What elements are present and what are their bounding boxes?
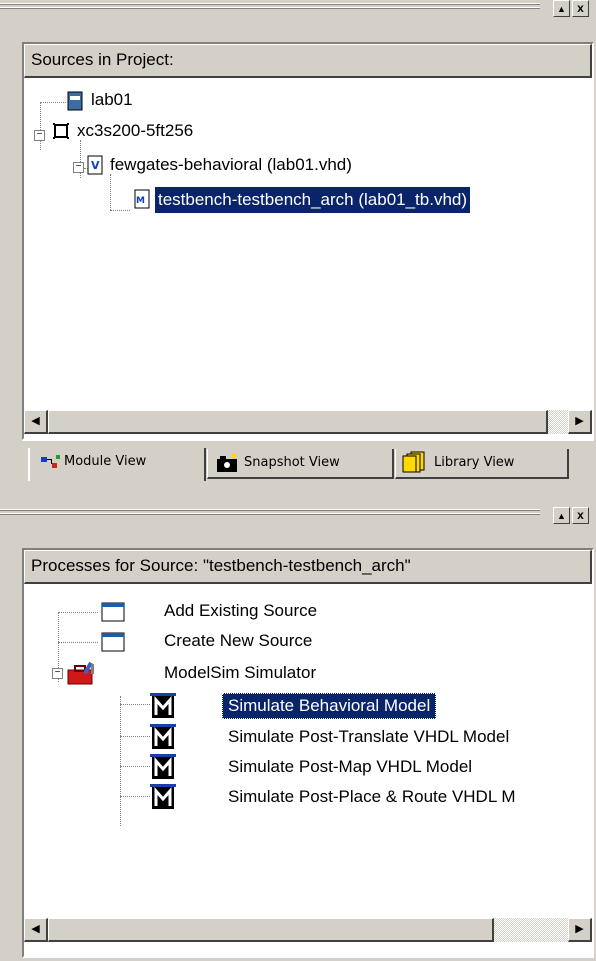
source-label: fewgates-behavioral (lab01.vhd) (110, 155, 352, 174)
process-label: ModelSim Simulator (164, 663, 317, 682)
minus-icon: − (75, 161, 82, 172)
simulation-icon (150, 693, 176, 718)
project-icon (67, 91, 83, 111)
source-label: xc3s200-5ft256 (77, 121, 194, 140)
process-simulate-post-map[interactable]: Simulate Post-Map VHDL Model (225, 756, 475, 778)
process-label: Simulate Post-Place & Route VHDL M (228, 787, 516, 806)
scroll-right-button[interactable]: ▶ (568, 410, 592, 434)
sources-header: Sources in Project: (24, 44, 592, 78)
processes-restore-button[interactable]: ▲ (553, 507, 570, 524)
process-label: Add Existing Source (164, 601, 318, 620)
tab-label: Snapshot View (244, 455, 340, 470)
svg-text:M: M (136, 196, 145, 206)
process-add-existing-source[interactable]: Add Existing Source (161, 600, 320, 622)
right-arrow-icon: ▶ (575, 923, 584, 935)
camera-icon (217, 454, 237, 472)
source-label: testbench-testbench_arch (lab01_tb.vhd) (155, 190, 471, 209)
tab-label: Module View (64, 454, 147, 469)
sources-close-button[interactable]: x (572, 0, 589, 17)
processes-close-button[interactable]: x (572, 507, 589, 524)
source-label: lab01 (91, 90, 133, 109)
window-icon (101, 602, 125, 622)
process-label: Create New Source (164, 631, 313, 650)
chip-icon (53, 123, 69, 139)
processes-header: Processes for Source: "testbench-testben… (24, 550, 592, 584)
tab-library-view[interactable]: Library View (395, 449, 569, 479)
sources-restore-button[interactable]: ▲ (553, 0, 570, 17)
close-icon: x (577, 508, 584, 522)
process-simulate-post-par[interactable]: Simulate Post-Place & Route VHDL M (225, 786, 570, 808)
vhdl-file-icon: V (87, 155, 103, 175)
right-arrow-icon: ▶ (575, 415, 584, 427)
sources-dock-grip[interactable] (0, 3, 540, 12)
process-simulate-post-translate[interactable]: Simulate Post-Translate VHDL Model (225, 726, 512, 748)
window-icon (101, 632, 125, 652)
testbench-file-icon: M (134, 189, 150, 209)
processes-panel: Processes for Source: "testbench-testben… (22, 548, 594, 958)
tab-module-view[interactable]: Module View (28, 448, 206, 481)
process-label: Simulate Behavioral Model (222, 693, 437, 719)
toolbox-icon (67, 661, 94, 685)
svg-text:V: V (91, 159, 100, 172)
scroll-thumb[interactable] (48, 410, 548, 434)
restore-icon: ▲ (557, 511, 566, 521)
tab-label: Library View (434, 455, 515, 470)
sources-hscroll[interactable]: ◀ ▶ (24, 410, 592, 434)
source-item-fewgates[interactable]: fewgates-behavioral (lab01.vhd) (107, 154, 355, 176)
source-item-testbench[interactable]: testbench-testbench_arch (lab01_tb.vhd) (155, 187, 471, 213)
source-item-lab01[interactable]: lab01 (88, 89, 136, 111)
process-create-new-source[interactable]: Create New Source (161, 630, 315, 652)
scroll-left-button[interactable]: ◀ (24, 410, 48, 434)
tab-snapshot-view[interactable]: Snapshot View (207, 449, 394, 479)
expander-fewgates[interactable]: − (73, 162, 84, 173)
processes-hscroll[interactable]: ◀ ▶ (24, 918, 592, 942)
simulation-icon (150, 754, 176, 779)
source-item-device[interactable]: xc3s200-5ft256 (74, 120, 196, 142)
process-simulate-behavioral[interactable]: Simulate Behavioral Model (222, 693, 437, 719)
left-arrow-icon: ◀ (31, 923, 40, 935)
library-icon (402, 451, 425, 473)
process-label: Simulate Post-Map VHDL Model (228, 757, 473, 776)
simulation-icon (150, 784, 176, 809)
expander-device[interactable]: − (34, 130, 45, 141)
restore-icon: ▲ (557, 4, 566, 14)
left-arrow-icon: ◀ (31, 415, 40, 427)
scroll-thumb[interactable] (48, 918, 494, 942)
scroll-left-button[interactable]: ◀ (24, 918, 48, 942)
process-modelsim-simulator[interactable]: ModelSim Simulator (161, 662, 319, 684)
processes-dock-grip[interactable] (0, 509, 540, 518)
process-label: Simulate Post-Translate VHDL Model (228, 727, 510, 746)
close-icon: x (577, 1, 584, 15)
sources-panel: Sources in Project: − − V M lab01 xc3s20… (22, 42, 594, 440)
simulation-icon (150, 724, 176, 749)
module-view-icon (41, 455, 60, 468)
expander-modelsim[interactable]: − (52, 668, 63, 679)
minus-icon: − (36, 129, 43, 140)
minus-icon: − (54, 667, 61, 678)
scroll-right-button[interactable]: ▶ (568, 918, 592, 942)
